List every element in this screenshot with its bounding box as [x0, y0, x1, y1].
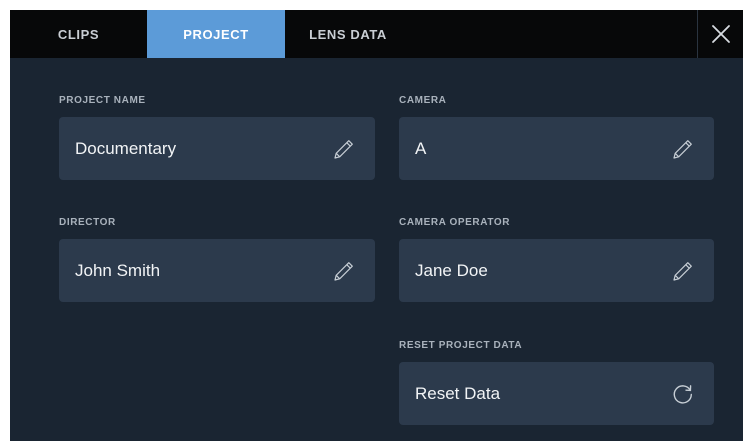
camera-field[interactable]: A: [399, 117, 714, 180]
reset-data-button[interactable]: Reset Data: [399, 362, 714, 425]
director-field[interactable]: John Smith: [59, 239, 375, 302]
director-value: John Smith: [75, 260, 161, 280]
project-name-field[interactable]: Documentary: [59, 117, 375, 180]
project-name-label: PROJECT NAME: [59, 95, 146, 106]
camera-label: CAMERA: [399, 95, 447, 106]
camera-value: A: [415, 138, 427, 158]
tab-bar: CLIPS PROJECT LENS DATA: [10, 10, 743, 58]
reset-data-value: Reset Data: [415, 383, 501, 403]
project-panel: CLIPS PROJECT LENS DATA PROJECT NAME Doc…: [0, 0, 753, 441]
pencil-icon[interactable]: [670, 258, 696, 284]
tab-project[interactable]: PROJECT: [147, 10, 285, 58]
camera-operator-label: CAMERA OPERATOR: [399, 217, 511, 228]
reset-icon[interactable]: [670, 381, 696, 407]
pencil-icon[interactable]: [331, 258, 357, 284]
close-button[interactable]: [697, 10, 743, 58]
top-edge: [10, 0, 743, 10]
close-icon: [711, 25, 730, 43]
tab-clips[interactable]: CLIPS: [10, 10, 147, 58]
pencil-icon[interactable]: [331, 136, 357, 162]
reset-project-data-label: RESET PROJECT DATA: [399, 340, 523, 351]
director-label: DIRECTOR: [59, 217, 116, 228]
project-name-value: Documentary: [75, 138, 177, 158]
tab-lens-data[interactable]: LENS DATA: [285, 10, 411, 58]
camera-operator-value: Jane Doe: [415, 260, 488, 280]
camera-operator-field[interactable]: Jane Doe: [399, 239, 714, 302]
tab-bar-spacer: [411, 10, 697, 58]
pencil-icon[interactable]: [670, 136, 696, 162]
